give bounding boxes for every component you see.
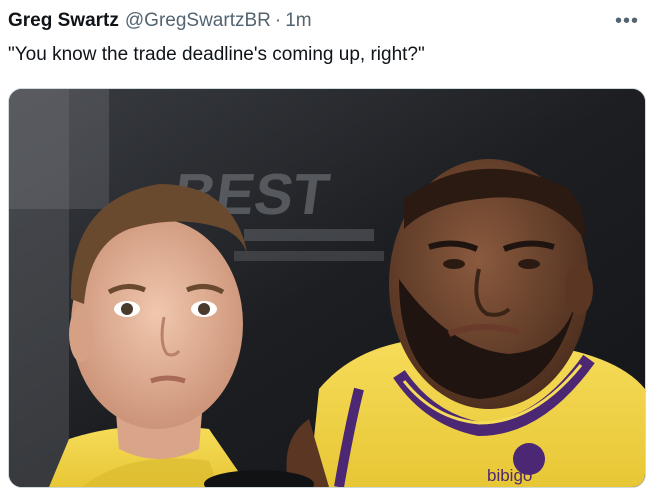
timestamp[interactable]: 1m bbox=[285, 10, 311, 32]
tweet-media-image[interactable]: BEST bibigo bbox=[8, 88, 646, 488]
tweet-text: "You know the trade deadline's coming up… bbox=[8, 44, 425, 65]
jersey-sponsor-logo: bibigo bbox=[487, 466, 532, 485]
header-separator: · bbox=[274, 10, 282, 31]
more-horizontal-icon: ••• bbox=[614, 9, 639, 32]
author-name[interactable]: Greg Swartz bbox=[8, 10, 119, 32]
author-handle[interactable]: @GregSwartzBR bbox=[125, 10, 271, 32]
bottom-spacer bbox=[0, 488, 660, 496]
more-options-button[interactable]: ••• bbox=[612, 6, 642, 36]
tweet-header: Greg Swartz @GregSwartzBR · 1m bbox=[8, 10, 312, 32]
meme-photo: BEST bibigo bbox=[9, 89, 645, 487]
